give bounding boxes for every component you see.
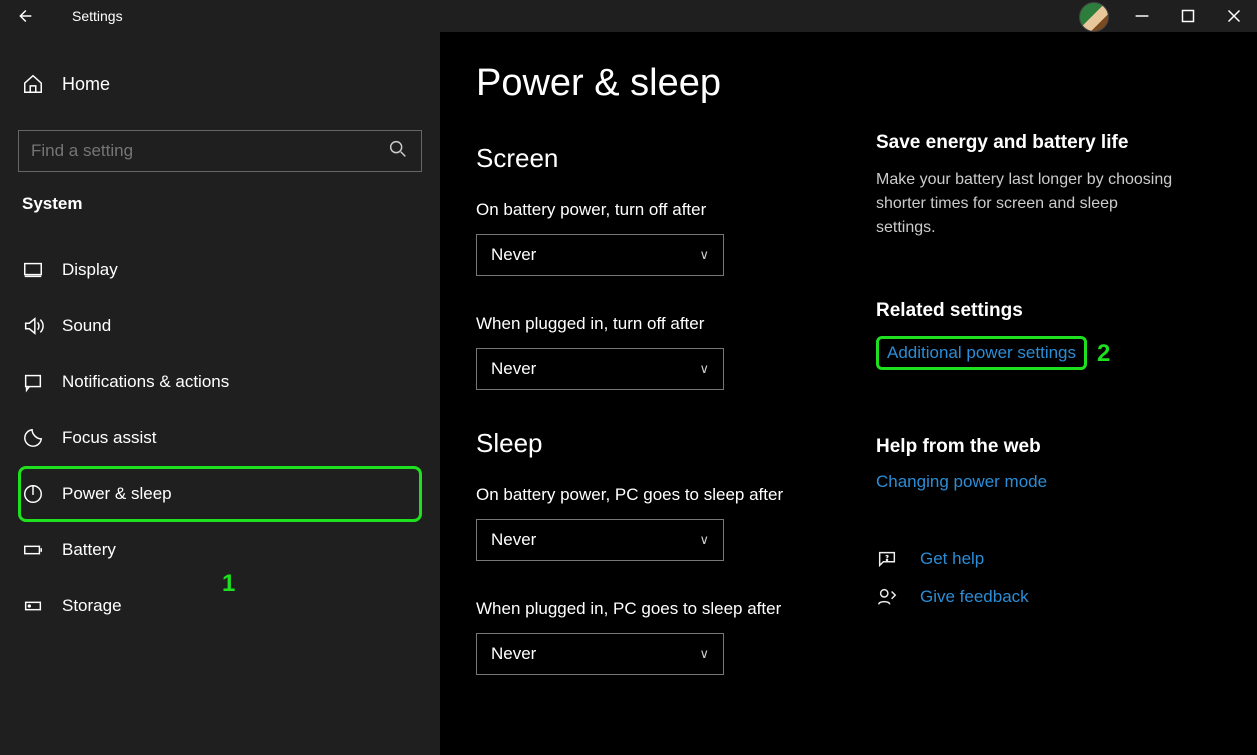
chevron-down-icon: ∨	[699, 532, 709, 548]
related-settings-title: Related settings	[876, 300, 1217, 322]
focus-assist-icon	[22, 427, 44, 449]
chat-help-icon	[876, 548, 898, 570]
screen-plugged-label: When plugged in, turn off after	[476, 314, 876, 334]
dropdown-value: Never	[491, 530, 536, 550]
maximize-button[interactable]	[1165, 0, 1211, 32]
minimize-button[interactable]	[1119, 0, 1165, 32]
arrow-left-icon	[13, 5, 35, 27]
dropdown-value: Never	[491, 644, 536, 664]
sidebar-item-label: Display	[62, 260, 118, 280]
screen-plugged-dropdown[interactable]: Never ∨	[476, 348, 724, 390]
screen-heading: Screen	[476, 143, 876, 174]
home-label: Home	[62, 74, 110, 95]
screen-group: Screen On battery power, turn off after …	[476, 143, 876, 390]
energy-text: Make your battery last longer by choosin…	[876, 168, 1176, 240]
additional-power-settings-link[interactable]: Additional power settings	[876, 336, 1087, 370]
minimize-icon	[1131, 5, 1153, 27]
sidebar-item-label: Power & sleep	[62, 484, 172, 504]
sleep-group: Sleep On battery power, PC goes to sleep…	[476, 428, 876, 675]
display-icon	[22, 259, 44, 281]
energy-title: Save energy and battery life	[876, 132, 1217, 154]
dropdown-value: Never	[491, 359, 536, 379]
sidebar-item-sound[interactable]: Sound	[18, 298, 422, 354]
home-icon	[22, 73, 44, 95]
sidebar-item-label: Sound	[62, 316, 111, 336]
feedback-icon	[876, 586, 898, 608]
get-help-row[interactable]: Get help	[876, 548, 1217, 570]
chevron-down-icon: ∨	[699, 361, 709, 377]
help-from-web-title: Help from the web	[876, 436, 1217, 458]
sidebar-item-battery[interactable]: Battery	[18, 522, 422, 578]
sidebar-item-label: Storage	[62, 596, 122, 616]
search-input[interactable]	[31, 141, 387, 161]
main-panel: Power & sleep Screen On battery power, t…	[440, 32, 1257, 755]
sidebar-item-label: Battery	[62, 540, 116, 560]
sleep-heading: Sleep	[476, 428, 876, 459]
search-icon	[387, 138, 409, 164]
dropdown-value: Never	[491, 245, 536, 265]
annotation-marker-1: 1	[222, 570, 235, 598]
give-feedback-link: Give feedback	[920, 587, 1029, 607]
search-box[interactable]	[18, 130, 422, 172]
title-bar: Settings	[0, 0, 1257, 32]
chevron-down-icon: ∨	[699, 646, 709, 662]
give-feedback-row[interactable]: Give feedback	[876, 586, 1217, 608]
sidebar-item-storage[interactable]: Storage	[18, 578, 422, 634]
sidebar-item-focus-assist[interactable]: Focus assist	[18, 410, 422, 466]
window-title: Settings	[72, 8, 123, 24]
close-button[interactable]	[1211, 0, 1257, 32]
sidebar-item-label: Focus assist	[62, 428, 156, 448]
battery-icon	[22, 539, 44, 561]
sidebar-item-display[interactable]: Display	[18, 242, 422, 298]
user-avatar[interactable]	[1079, 2, 1109, 32]
sidebar-section-header: System	[18, 194, 422, 214]
power-icon	[22, 483, 44, 505]
sidebar: Home System Display Sound Notifications …	[0, 32, 440, 755]
page-title: Power & sleep	[476, 62, 876, 105]
maximize-icon	[1177, 5, 1199, 27]
sound-icon	[22, 315, 44, 337]
storage-icon	[22, 595, 44, 617]
get-help-link: Get help	[920, 549, 984, 569]
sidebar-item-notifications[interactable]: Notifications & actions	[18, 354, 422, 410]
sidebar-item-label: Notifications & actions	[62, 372, 229, 392]
link-label: Additional power settings	[887, 343, 1076, 363]
sleep-plugged-dropdown[interactable]: Never ∨	[476, 633, 724, 675]
close-icon	[1223, 5, 1245, 27]
home-nav[interactable]: Home	[18, 60, 422, 108]
sleep-plugged-label: When plugged in, PC goes to sleep after	[476, 599, 876, 619]
screen-battery-label: On battery power, turn off after	[476, 200, 876, 220]
sleep-battery-dropdown[interactable]: Never ∨	[476, 519, 724, 561]
changing-power-mode-link[interactable]: Changing power mode	[876, 472, 1217, 492]
annotation-marker-2: 2	[1097, 340, 1110, 367]
screen-battery-dropdown[interactable]: Never ∨	[476, 234, 724, 276]
back-button[interactable]	[0, 0, 48, 32]
right-column: Save energy and battery life Make your b…	[876, 62, 1257, 755]
sidebar-item-power-sleep[interactable]: Power & sleep	[18, 466, 422, 522]
chevron-down-icon: ∨	[699, 247, 709, 263]
notifications-icon	[22, 371, 44, 393]
sleep-battery-label: On battery power, PC goes to sleep after	[476, 485, 876, 505]
